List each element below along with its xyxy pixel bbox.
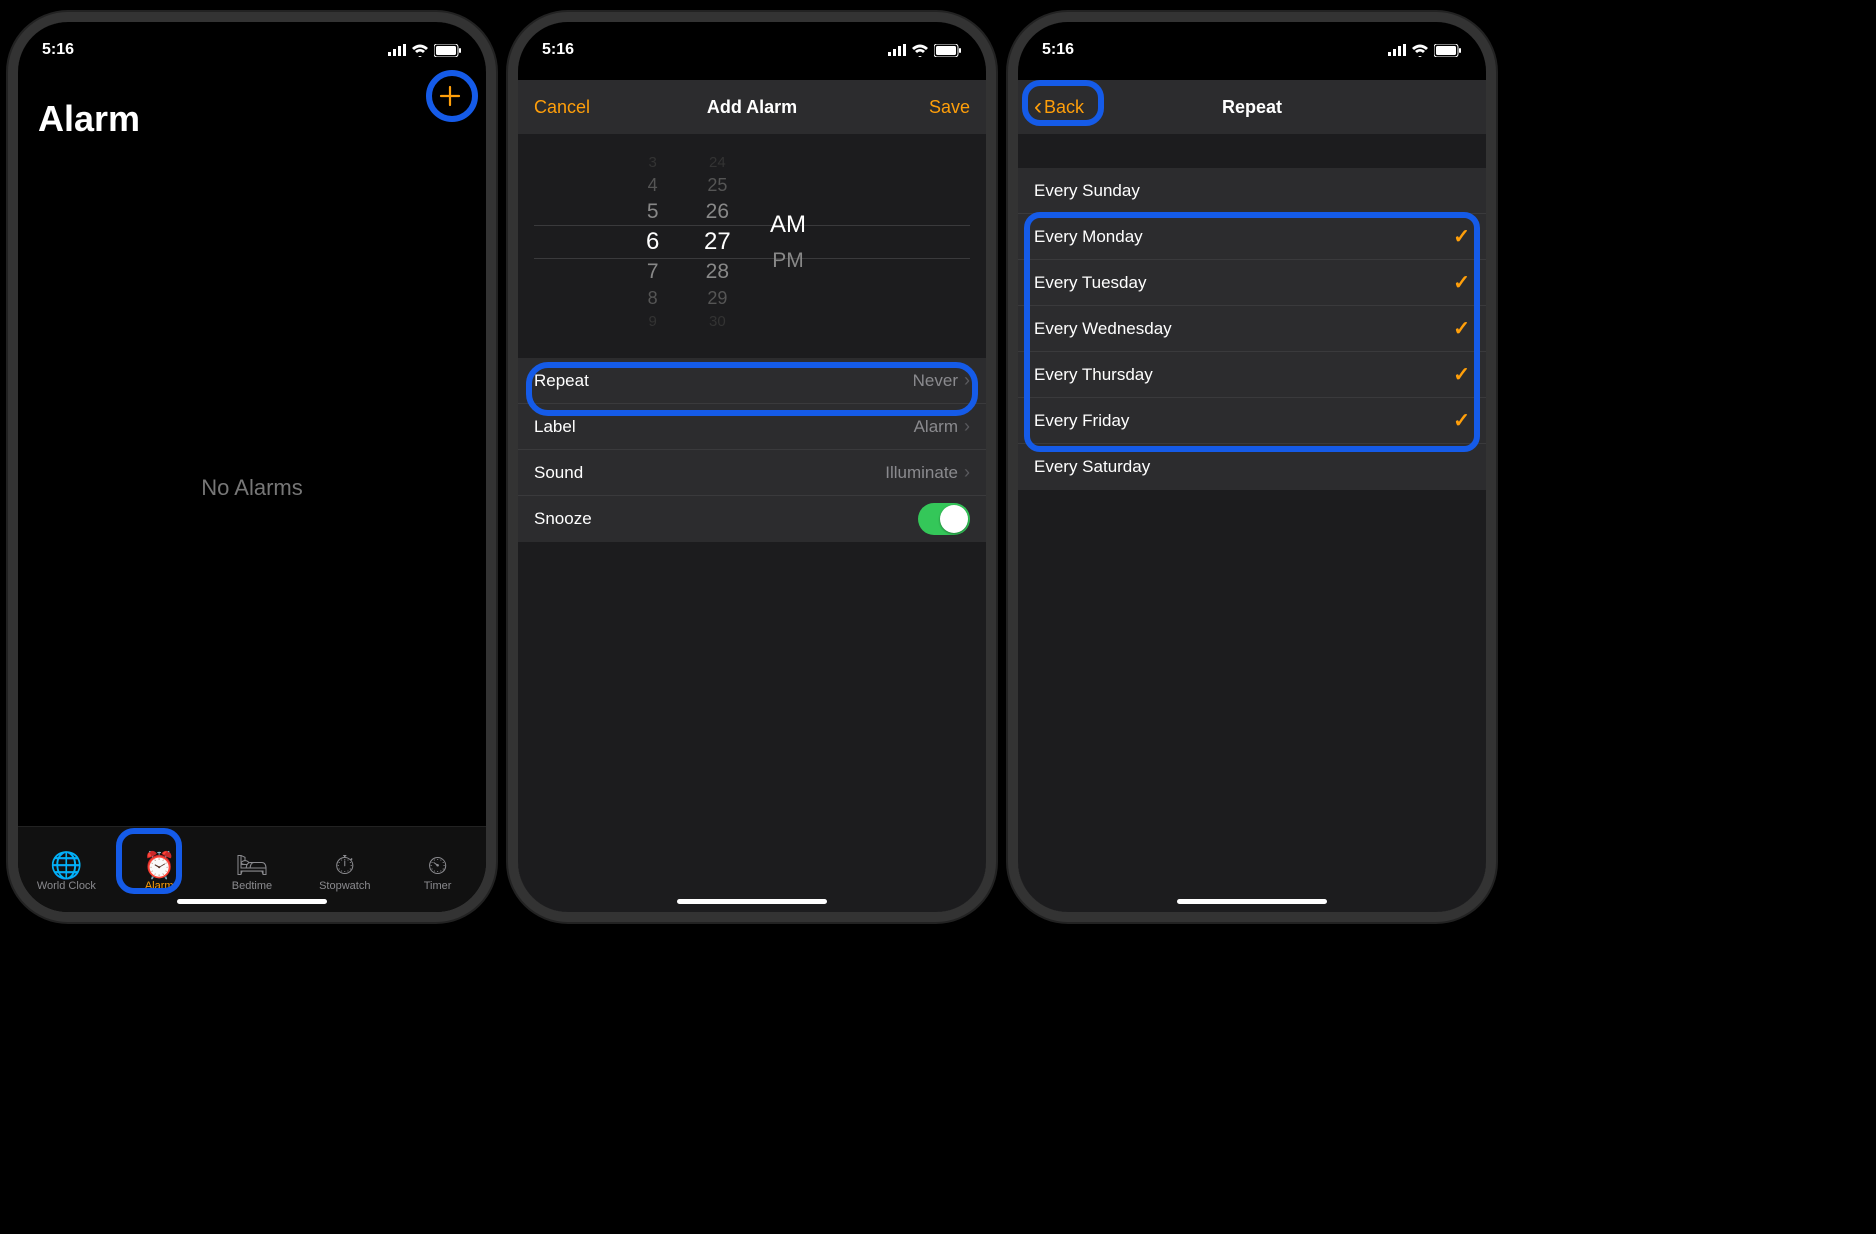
row-label[interactable]: Label Alarm › bbox=[518, 404, 986, 450]
battery-icon bbox=[1434, 44, 1462, 57]
checkmark-icon: ✓ bbox=[1453, 270, 1470, 295]
battery-icon bbox=[934, 44, 962, 57]
back-button[interactable]: ‹ Back bbox=[1034, 93, 1104, 121]
day-label: Every Friday bbox=[1034, 411, 1129, 431]
stopwatch-icon: ⏱ bbox=[335, 852, 355, 878]
add-alarm-button[interactable] bbox=[432, 78, 468, 114]
phone-screen-3: 5:16 ‹ Back Repeat Every Sunday Every Mo… bbox=[1008, 12, 1496, 922]
chevron-right-icon: › bbox=[964, 416, 970, 437]
wifi-icon bbox=[911, 44, 929, 57]
day-row-sunday[interactable]: Every Sunday bbox=[1018, 168, 1486, 214]
row-label: Label bbox=[534, 417, 576, 437]
row-repeat[interactable]: Repeat Never › bbox=[518, 358, 986, 404]
row-label: Sound bbox=[534, 463, 583, 483]
tab-world-clock[interactable]: 🌐 World Clock bbox=[26, 852, 106, 892]
checkmark-icon: ✓ bbox=[1453, 408, 1470, 433]
alarm-icon: ⏰ bbox=[143, 852, 175, 878]
save-button[interactable]: Save bbox=[900, 97, 970, 118]
row-label: Snooze bbox=[534, 509, 592, 529]
chevron-right-icon: › bbox=[964, 370, 970, 391]
alarm-options-list: Repeat Never › Label Alarm › Sound Illumin… bbox=[518, 358, 986, 542]
checkmark-icon: ✓ bbox=[1453, 316, 1470, 341]
day-label: Every Wednesday bbox=[1034, 319, 1172, 339]
nav-title: Repeat bbox=[1104, 97, 1400, 118]
tab-label: Bedtime bbox=[232, 880, 272, 892]
home-indicator[interactable] bbox=[177, 899, 327, 904]
phone-screen-1: 5:16 Alarm No Alarms 🌐 World Clock ⏰ Ala… bbox=[8, 12, 496, 922]
plus-icon bbox=[438, 84, 462, 108]
cancel-button[interactable]: Cancel bbox=[534, 97, 604, 118]
snooze-toggle[interactable] bbox=[918, 503, 970, 535]
time-picker[interactable]: 3 4 5 6 7 8 9 24 25 26 27 28 29 30 AM PM bbox=[534, 142, 970, 342]
repeat-screen: 5:16 ‹ Back Repeat Every Sunday Every Mo… bbox=[1018, 22, 1486, 912]
navbar: ‹ Back Repeat bbox=[1018, 80, 1486, 134]
day-row-tuesday[interactable]: Every Tuesday ✓ bbox=[1018, 260, 1486, 306]
row-value: Illuminate bbox=[885, 463, 958, 483]
minute-wheel[interactable]: 24 25 26 27 28 29 30 bbox=[704, 154, 731, 330]
home-indicator[interactable] bbox=[677, 899, 827, 904]
notch bbox=[652, 22, 852, 50]
empty-state: No Alarms bbox=[18, 150, 486, 826]
status-time: 5:16 bbox=[42, 41, 74, 59]
tab-timer[interactable]: ⏲ Timer bbox=[398, 852, 478, 892]
ampm-wheel[interactable]: AM PM bbox=[770, 211, 806, 273]
status-icons bbox=[1388, 44, 1462, 57]
chevron-left-icon: ‹ bbox=[1034, 93, 1042, 121]
day-row-thursday[interactable]: Every Thursday ✓ bbox=[1018, 352, 1486, 398]
bed-icon: 🛏 bbox=[235, 852, 268, 878]
row-value: Alarm bbox=[914, 417, 958, 437]
empty-text: No Alarms bbox=[201, 475, 302, 501]
day-row-saturday[interactable]: Every Saturday bbox=[1018, 444, 1486, 490]
wifi-icon bbox=[1411, 44, 1429, 57]
day-row-wednesday[interactable]: Every Wednesday ✓ bbox=[1018, 306, 1486, 352]
row-sound[interactable]: Sound Illuminate › bbox=[518, 450, 986, 496]
cellular-icon bbox=[888, 44, 906, 56]
repeat-days-list: Every Sunday Every Monday ✓ Every Tuesda… bbox=[1018, 168, 1486, 490]
nav-title: Add Alarm bbox=[604, 97, 900, 118]
navbar: Cancel Add Alarm Save bbox=[518, 80, 986, 134]
tab-bedtime[interactable]: 🛏 Bedtime bbox=[212, 852, 292, 892]
battery-icon bbox=[434, 44, 462, 57]
tab-label: World Clock bbox=[37, 880, 96, 892]
page-title: Alarm bbox=[18, 68, 486, 150]
notch bbox=[1152, 22, 1352, 50]
day-label: Every Sunday bbox=[1034, 181, 1140, 201]
phone-screen-2: 5:16 Cancel Add Alarm Save 3 4 5 6 7 8 9 bbox=[508, 12, 996, 922]
timer-icon: ⏲ bbox=[427, 852, 447, 878]
back-label: Back bbox=[1044, 97, 1084, 118]
status-icons bbox=[888, 44, 962, 57]
cellular-icon bbox=[388, 44, 406, 56]
row-snooze: Snooze bbox=[518, 496, 986, 542]
tab-stopwatch[interactable]: ⏱ Stopwatch bbox=[305, 852, 385, 892]
home-indicator[interactable] bbox=[1177, 899, 1327, 904]
hour-wheel[interactable]: 3 4 5 6 7 8 9 bbox=[646, 154, 659, 330]
day-row-friday[interactable]: Every Friday ✓ bbox=[1018, 398, 1486, 444]
add-alarm-screen: 5:16 Cancel Add Alarm Save 3 4 5 6 7 8 9 bbox=[518, 22, 986, 912]
tab-label: Alarm bbox=[145, 880, 174, 892]
wifi-icon bbox=[411, 44, 429, 57]
day-row-monday[interactable]: Every Monday ✓ bbox=[1018, 214, 1486, 260]
day-label: Every Saturday bbox=[1034, 457, 1150, 477]
day-label: Every Tuesday bbox=[1034, 273, 1146, 293]
tab-label: Timer bbox=[424, 880, 452, 892]
globe-icon: 🌐 bbox=[50, 852, 82, 878]
status-icons bbox=[388, 44, 462, 57]
row-value: Never bbox=[913, 371, 958, 391]
checkmark-icon: ✓ bbox=[1453, 224, 1470, 249]
tab-alarm[interactable]: ⏰ Alarm bbox=[119, 852, 199, 892]
cellular-icon bbox=[1388, 44, 1406, 56]
status-time: 5:16 bbox=[1042, 41, 1074, 59]
checkmark-icon: ✓ bbox=[1453, 362, 1470, 387]
status-time: 5:16 bbox=[542, 41, 574, 59]
alarm-list-screen: 5:16 Alarm No Alarms 🌐 World Clock ⏰ Ala… bbox=[18, 22, 486, 912]
chevron-right-icon: › bbox=[964, 462, 970, 483]
day-label: Every Monday bbox=[1034, 227, 1143, 247]
day-label: Every Thursday bbox=[1034, 365, 1153, 385]
row-label: Repeat bbox=[534, 371, 589, 391]
tab-label: Stopwatch bbox=[319, 880, 370, 892]
notch bbox=[152, 22, 352, 50]
